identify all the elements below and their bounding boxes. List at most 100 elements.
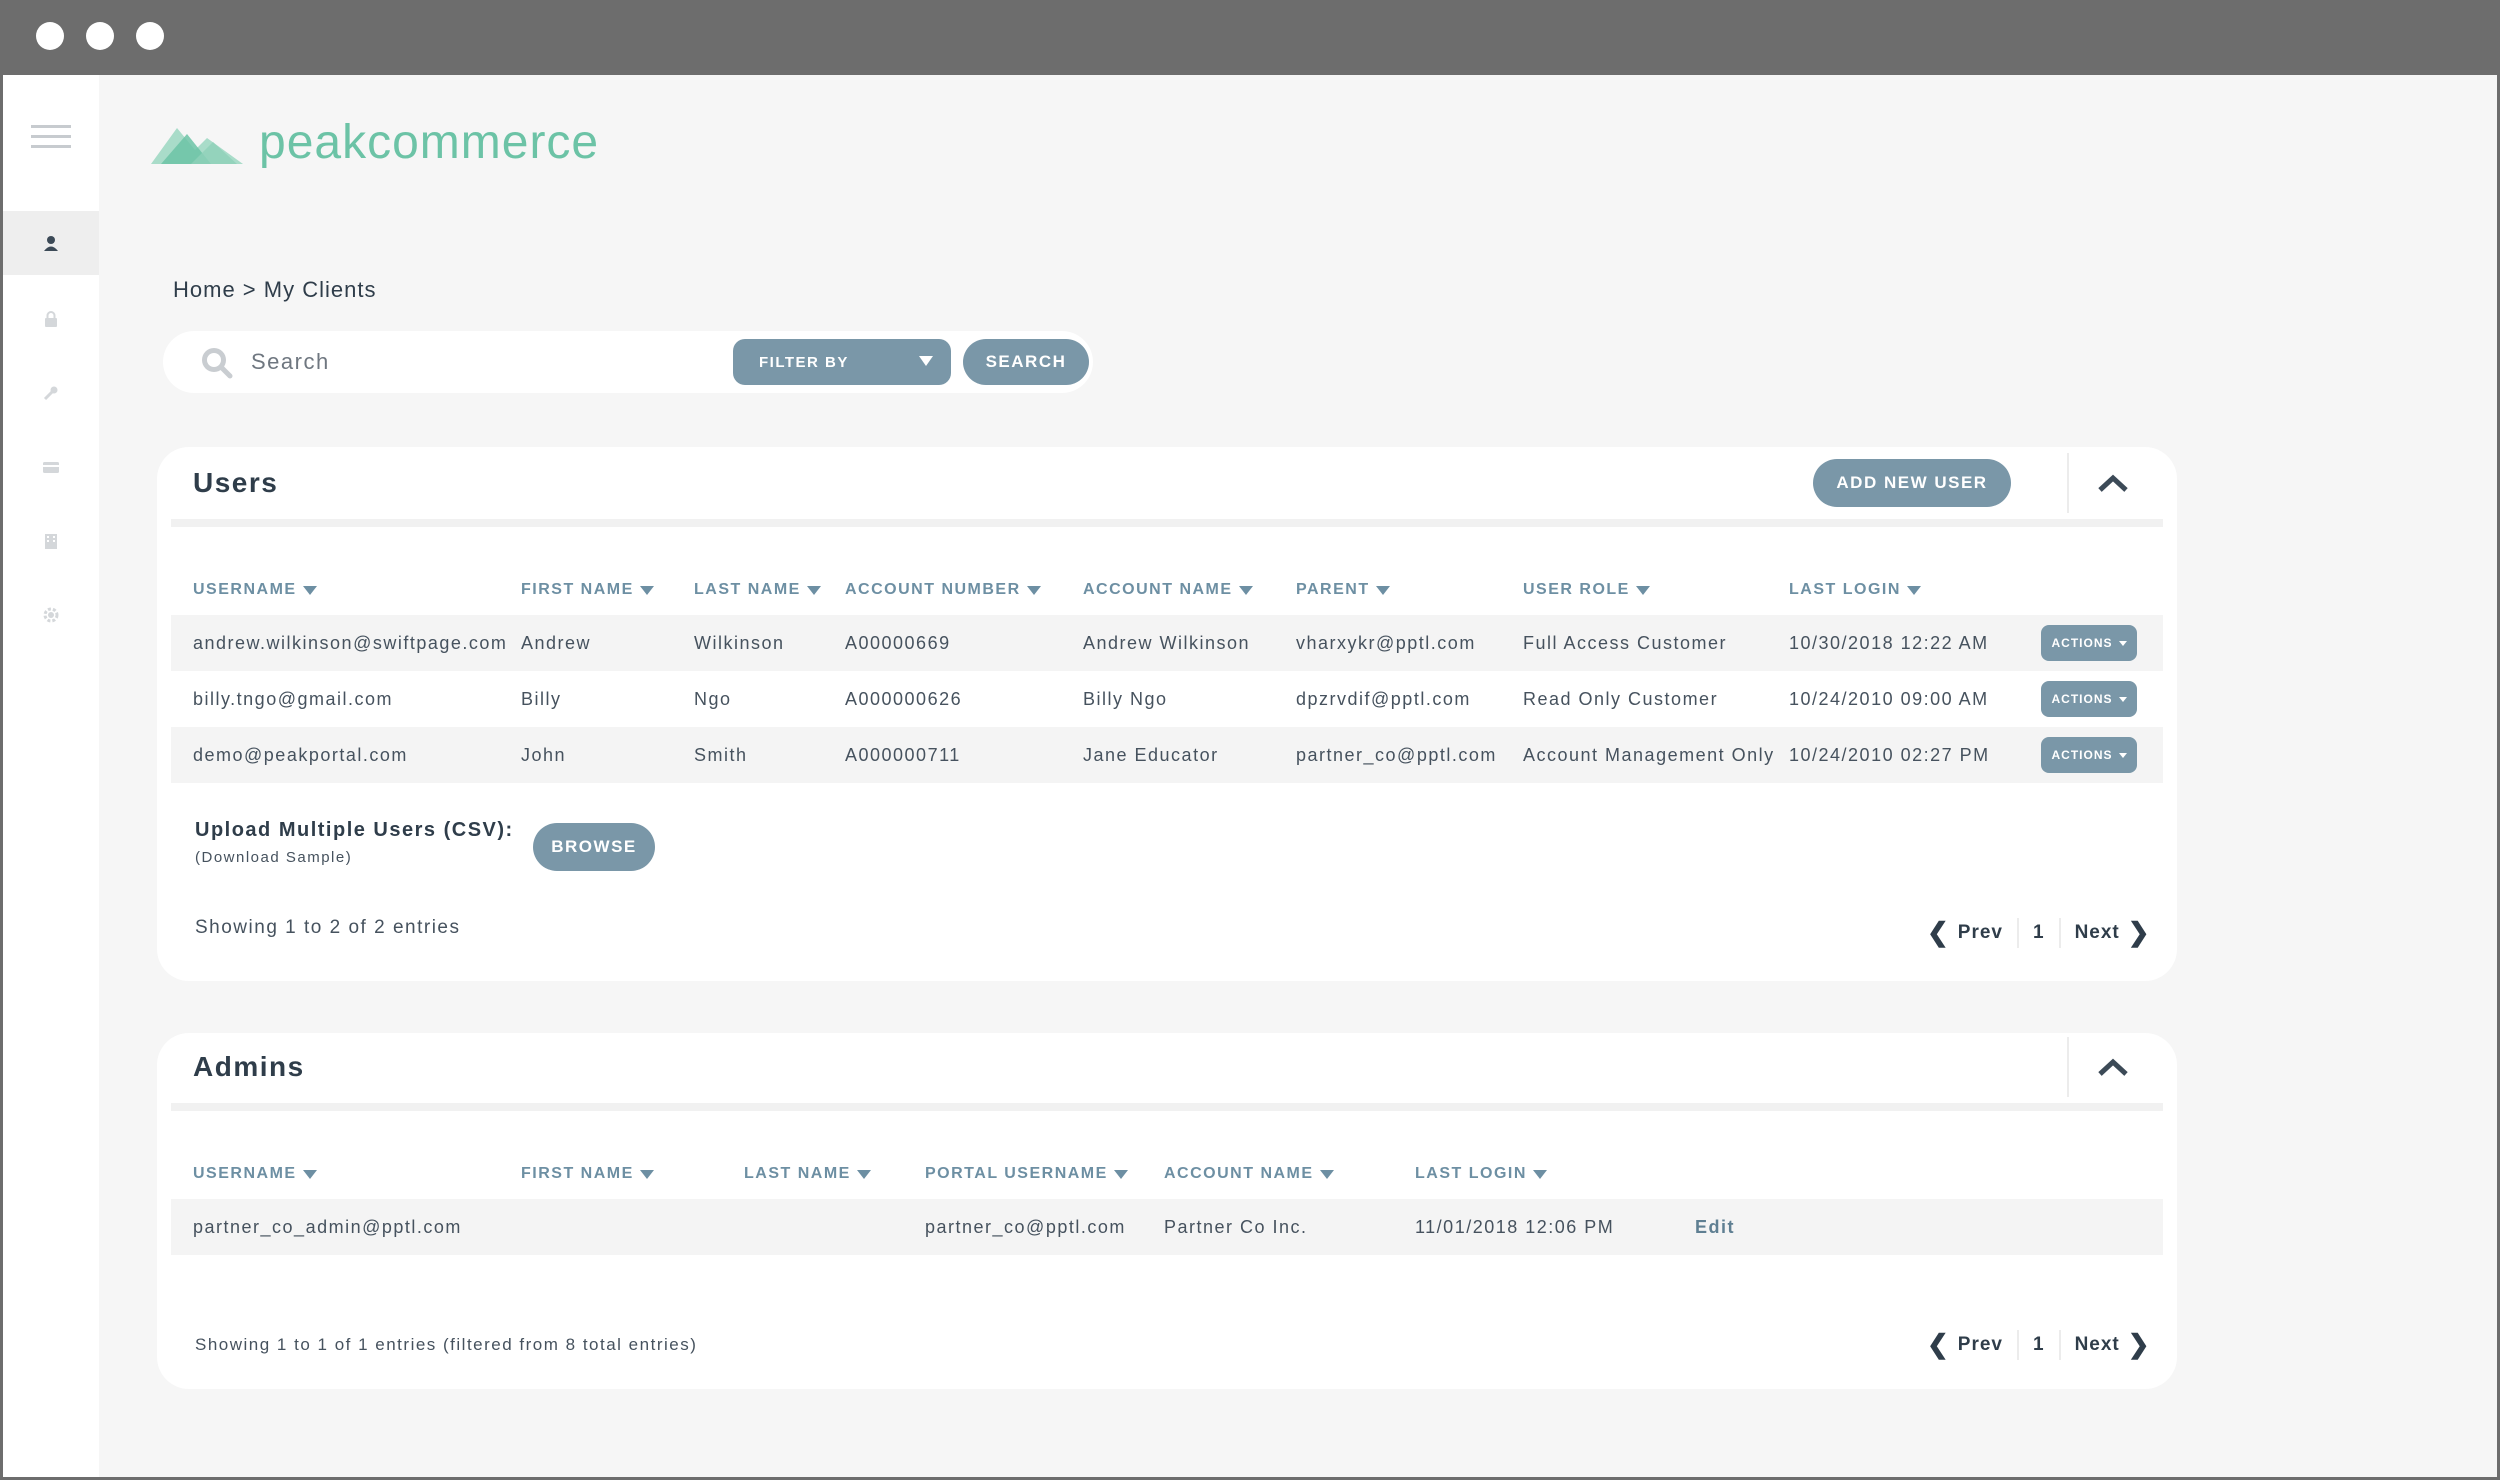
cell-parent: partner_co@pptl.com bbox=[1296, 745, 1497, 765]
prev-button[interactable]: Prev bbox=[1958, 922, 2003, 944]
chevron-right-icon[interactable]: ❯ bbox=[2128, 917, 2151, 948]
col-parent[interactable]: PARENT bbox=[1296, 581, 1390, 599]
chevron-right-icon[interactable]: ❯ bbox=[2128, 1329, 2151, 1360]
chevron-down-icon bbox=[2118, 696, 2127, 702]
search-button[interactable]: SEARCH bbox=[963, 339, 1089, 385]
entries-info: Showing 1 to 1 of 1 entries (filtered fr… bbox=[195, 1335, 698, 1354]
col-last-name[interactable]: LAST NAME bbox=[744, 1165, 871, 1183]
actions-label: ACTIONS bbox=[2051, 748, 2113, 762]
prev-button[interactable]: Prev bbox=[1958, 1334, 2003, 1356]
users-panel: Users ADD NEW USER USERNAME FIRST NAME L… bbox=[157, 447, 2177, 981]
col-username[interactable]: USERNAME bbox=[193, 581, 317, 599]
download-sample-link[interactable]: (Download Sample) bbox=[195, 849, 352, 866]
edit-link[interactable]: Edit bbox=[1695, 1217, 1735, 1238]
cell-first-name: John bbox=[521, 745, 567, 765]
sort-icon bbox=[1906, 585, 1921, 595]
window-close-button[interactable] bbox=[36, 22, 64, 50]
sort-icon bbox=[1375, 585, 1390, 595]
sidebar bbox=[3, 75, 99, 1477]
search-input[interactable] bbox=[251, 343, 671, 381]
cell-user-role: Full Access Customer bbox=[1523, 633, 1728, 653]
pagination: ❮ Prev 1 Next ❯ bbox=[1927, 1329, 2151, 1360]
cell-account-name: Partner Co Inc. bbox=[1164, 1217, 1308, 1237]
filter-label: FILTER BY bbox=[759, 353, 849, 371]
col-user-role[interactable]: USER ROLE bbox=[1523, 581, 1650, 599]
brand-name: peakcommerce bbox=[259, 116, 600, 169]
col-portal-username[interactable]: PORTAL USERNAME bbox=[925, 1165, 1128, 1183]
search-bar: FILTER BY SEARCH bbox=[163, 331, 1093, 393]
add-new-user-button[interactable]: ADD NEW USER bbox=[1813, 459, 2011, 507]
page-number[interactable]: 1 bbox=[2033, 1334, 2045, 1356]
sort-icon bbox=[1635, 585, 1650, 595]
col-last-name[interactable]: LAST NAME bbox=[694, 581, 821, 599]
cell-last-name: Wilkinson bbox=[694, 633, 785, 653]
col-label: LAST LOGIN bbox=[1789, 581, 1901, 598]
col-account-name[interactable]: ACCOUNT NAME bbox=[1164, 1165, 1334, 1183]
col-label: ACCOUNT NAME bbox=[1083, 581, 1233, 598]
lock-icon bbox=[45, 311, 57, 327]
col-label: USER ROLE bbox=[1523, 581, 1630, 598]
chevron-left-icon[interactable]: ❮ bbox=[1927, 1329, 1950, 1360]
sidebar-item-organization[interactable] bbox=[3, 509, 99, 573]
col-first-name[interactable]: FIRST NAME bbox=[521, 1165, 654, 1183]
mountain-logo-icon bbox=[151, 127, 243, 164]
sort-icon bbox=[639, 1169, 654, 1179]
cell-last-name: Smith bbox=[694, 745, 748, 765]
col-first-name[interactable]: FIRST NAME bbox=[521, 581, 654, 599]
sidebar-item-users[interactable] bbox=[3, 211, 99, 275]
col-label: LAST NAME bbox=[694, 581, 801, 598]
col-label: USERNAME bbox=[193, 1165, 297, 1182]
actions-label: ACTIONS bbox=[2051, 692, 2113, 706]
sort-icon bbox=[1113, 1169, 1128, 1179]
window-minimize-button[interactable] bbox=[86, 22, 114, 50]
col-account-name[interactable]: ACCOUNT NAME bbox=[1083, 581, 1253, 599]
divider bbox=[2058, 917, 2061, 948]
page-number[interactable]: 1 bbox=[2033, 922, 2045, 944]
entries-info: Showing 1 to 2 of 2 entries bbox=[195, 917, 461, 938]
divider bbox=[2017, 1329, 2019, 1360]
divider bbox=[2067, 1037, 2069, 1097]
col-label: FIRST NAME bbox=[521, 1165, 634, 1182]
user-icon bbox=[44, 236, 58, 251]
cell-username: andrew.wilkinson@swiftpage.com bbox=[193, 633, 508, 653]
sidebar-item-settings[interactable] bbox=[3, 583, 99, 647]
browse-button[interactable]: BROWSE bbox=[533, 823, 655, 871]
filter-dropdown[interactable]: FILTER BY bbox=[733, 339, 951, 385]
cell-username: partner_co_admin@pptl.com bbox=[193, 1217, 462, 1237]
window-maximize-button[interactable] bbox=[136, 22, 164, 50]
actions-label: ACTIONS bbox=[2051, 636, 2113, 650]
actions-button[interactable]: ACTIONS bbox=[2041, 681, 2137, 717]
col-label: LAST NAME bbox=[744, 1165, 851, 1182]
col-account-number[interactable]: ACCOUNT NUMBER bbox=[845, 581, 1041, 599]
actions-button[interactable]: ACTIONS bbox=[2041, 625, 2137, 661]
col-label: ACCOUNT NAME bbox=[1164, 1165, 1314, 1182]
chevron-left-icon[interactable]: ❮ bbox=[1927, 917, 1950, 948]
sidebar-item-billing[interactable] bbox=[3, 435, 99, 499]
next-button[interactable]: Next bbox=[2075, 1334, 2120, 1356]
cell-first-name: Andrew bbox=[521, 633, 592, 653]
next-button[interactable]: Next bbox=[2075, 922, 2120, 944]
cell-account-number: A000000626 bbox=[845, 689, 963, 709]
actions-button[interactable]: ACTIONS bbox=[2041, 737, 2137, 773]
cell-last-login: 10/24/2010 09:00 AM bbox=[1789, 689, 1989, 709]
browser-window: peakcommerce Home > My Clients FILTER BY… bbox=[0, 0, 2500, 1480]
sort-icon bbox=[302, 585, 317, 595]
chevron-up-icon[interactable] bbox=[2097, 1057, 2129, 1077]
menu-icon[interactable] bbox=[31, 125, 71, 148]
divider bbox=[2058, 1329, 2061, 1360]
admins-panel: Admins USERNAME FIRST NAME LAST NAME POR… bbox=[157, 1033, 2177, 1389]
cell-account-name: Billy Ngo bbox=[1083, 689, 1168, 709]
cell-username: demo@peakportal.com bbox=[193, 745, 408, 765]
card-icon bbox=[43, 462, 59, 473]
col-label: PORTAL USERNAME bbox=[925, 1165, 1108, 1182]
cell-parent: dpzrvdif@pptl.com bbox=[1296, 689, 1471, 709]
cell-first-name: Billy bbox=[521, 689, 562, 709]
sidebar-item-security[interactable] bbox=[3, 287, 99, 351]
sidebar-item-tools[interactable] bbox=[3, 361, 99, 425]
chevron-up-icon[interactable] bbox=[2097, 473, 2129, 493]
cell-user-role: Read Only Customer bbox=[1523, 689, 1719, 709]
col-last-login[interactable]: LAST LOGIN bbox=[1415, 1165, 1547, 1183]
col-username[interactable]: USERNAME bbox=[193, 1165, 317, 1183]
cell-last-name: Ngo bbox=[694, 689, 732, 709]
col-last-login[interactable]: LAST LOGIN bbox=[1789, 581, 1921, 599]
